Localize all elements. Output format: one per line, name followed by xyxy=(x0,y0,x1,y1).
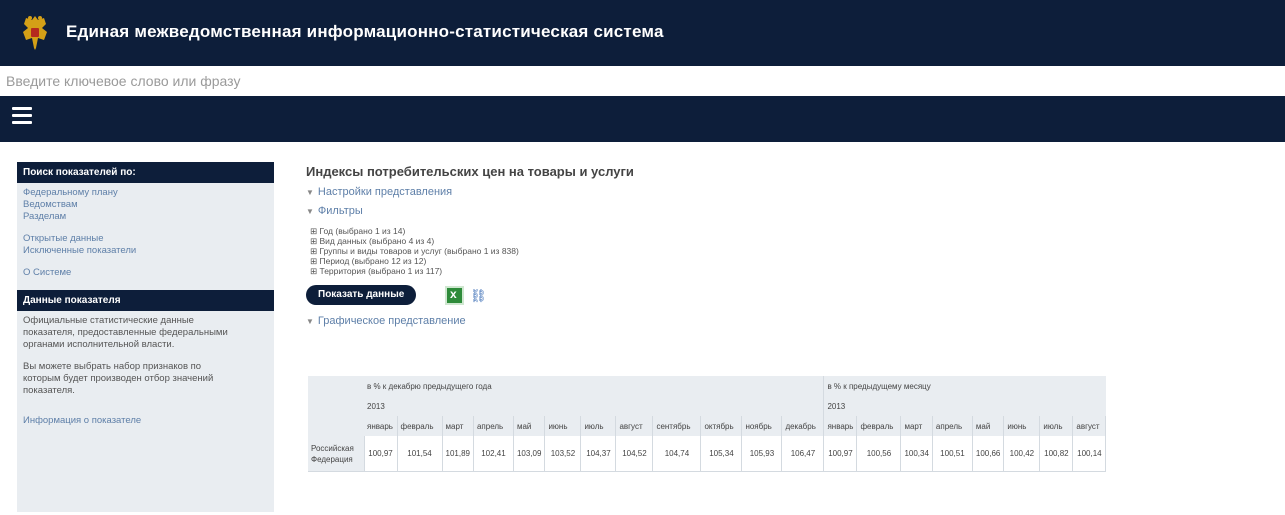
month-header: март xyxy=(900,416,933,436)
column-group-header: в % к декабрю предыдущего года xyxy=(364,376,825,396)
triangle-icon: ▼ xyxy=(306,317,314,326)
month-header: август xyxy=(615,416,654,436)
value-cell: 101,54 xyxy=(397,436,443,472)
value-cell: 105,34 xyxy=(700,436,743,472)
month-header: июль xyxy=(1039,416,1074,436)
month-header: январь xyxy=(823,416,858,436)
month-header: июль xyxy=(580,416,617,436)
sidebar-link-sections[interactable]: Разделам xyxy=(23,211,268,223)
table-header-row: в % к декабрю предыдущего года в % к пре… xyxy=(308,376,1106,396)
month-header: июнь xyxy=(544,416,582,436)
sidebar-link-excluded[interactable]: Исключенные показатели xyxy=(23,245,268,257)
value-cell: 100,97 xyxy=(364,436,398,472)
app-title: Единая межведомственная информационно-ст… xyxy=(66,22,664,41)
value-cell: 100,42 xyxy=(1003,436,1041,472)
filter-item[interactable]: ⊞ Вид данных (выбрано 4 из 4) xyxy=(310,236,1285,246)
search-bar xyxy=(0,66,1285,96)
value-cell: 100,82 xyxy=(1039,436,1074,472)
sidebar-links: Федеральному плану Ведомствам Разделам О… xyxy=(17,183,274,290)
excel-export-icon[interactable] xyxy=(445,286,464,305)
month-header: май xyxy=(513,416,546,436)
sidebar-hint: Вы можете выбрать набор признаков по кот… xyxy=(23,361,214,396)
value-cell: 100,97 xyxy=(823,436,858,472)
value-cell: 102,41 xyxy=(473,436,514,472)
sidebar-description: Официальные статистические данные показа… xyxy=(23,315,228,350)
top-header: Единая межведомственная информационно-ст… xyxy=(0,0,1285,66)
value-cell: 100,56 xyxy=(856,436,902,472)
coat-of-arms-logo xyxy=(23,16,47,50)
value-cell: 101,89 xyxy=(442,436,474,472)
sidebar-link-federal-plan[interactable]: Федеральному плану xyxy=(23,187,268,199)
filter-item[interactable]: ⊞ Год (выбрано 1 из 14) xyxy=(310,226,1285,236)
value-cell: 104,37 xyxy=(580,436,617,472)
sidebar: Поиск показателей по: Федеральному плану… xyxy=(17,162,274,512)
month-header: май xyxy=(972,416,1005,436)
main-content: Индексы потребительских цен на товары и … xyxy=(306,164,1285,328)
month-header: июнь xyxy=(1003,416,1041,436)
graph-toggle[interactable]: ▼ Графическое представление xyxy=(306,315,1285,328)
value-cell: 104,74 xyxy=(652,436,702,472)
value-cell: 100,66 xyxy=(972,436,1005,472)
value-cell: 104,52 xyxy=(615,436,654,472)
triangle-icon: ▼ xyxy=(306,207,314,216)
year-header: 2013 xyxy=(364,396,825,416)
triangle-icon: ▼ xyxy=(306,188,314,197)
month-header: март xyxy=(442,416,474,436)
table-header-row: январь февраль март апрель май июнь июль август… xyxy=(308,416,1107,436)
menu-bar xyxy=(0,96,1285,142)
value-cell: 100,14 xyxy=(1072,436,1107,472)
filter-item[interactable]: ⊞ Период (выбрано 12 из 12) xyxy=(310,256,1285,266)
filters-list: ⊞ Год (выбрано 1 из 14) ⊞ Вид данных (вы… xyxy=(310,226,1285,276)
month-header: февраль xyxy=(856,416,902,436)
month-header: февраль xyxy=(397,416,443,436)
value-cell: 103,09 xyxy=(513,436,546,472)
filters-toggle[interactable]: ▼ Фильтры xyxy=(306,205,1285,218)
month-header: ноябрь xyxy=(741,416,783,436)
value-cell: 105,93 xyxy=(741,436,783,472)
sidebar-link-about[interactable]: О Системе xyxy=(23,267,268,279)
sidebar-section-title: Данные показателя xyxy=(17,290,274,311)
value-cell: 100,51 xyxy=(932,436,973,472)
month-header: апрель xyxy=(932,416,973,436)
sidebar-section-title: Поиск показателей по: xyxy=(17,162,274,183)
filter-item[interactable]: ⊞ Группы и виды товаров и услуг (выбрано… xyxy=(310,246,1285,256)
column-group-header: в % к предыдущему месяцу xyxy=(823,376,1106,396)
page-title: Индексы потребительских цен на товары и … xyxy=(306,164,634,179)
table-header-row: 2013 2013 xyxy=(308,396,1106,416)
region-cell: Российская Федерация xyxy=(308,436,365,472)
value-cell: 100,34 xyxy=(900,436,933,472)
month-header: октябрь xyxy=(700,416,743,436)
month-header: апрель xyxy=(473,416,514,436)
sidebar-link-open-data[interactable]: Открытые данные xyxy=(23,233,268,245)
link-icon[interactable]: ⛓ xyxy=(470,288,487,304)
month-header: декабрь xyxy=(781,416,825,436)
search-input[interactable] xyxy=(0,66,1285,96)
filter-item[interactable]: ⊞ Территория (выбрано 1 из 117) xyxy=(310,266,1285,276)
month-header: январь xyxy=(364,416,398,436)
value-cell: 103,52 xyxy=(544,436,582,472)
settings-toggle[interactable]: ▼ Настройки представления xyxy=(306,186,1285,199)
data-table-container: в % к декабрю предыдущего года в % к пре… xyxy=(308,376,1285,500)
table-row: Российская Федерация 100,97 101,54 101,89 1… xyxy=(308,436,1107,472)
year-header: 2013 xyxy=(823,396,1106,416)
month-header: сентябрь xyxy=(652,416,702,436)
hamburger-menu-icon[interactable] xyxy=(12,107,32,127)
actions-row: Показать данные ⛓ xyxy=(306,285,1285,307)
value-cell: 106,47 xyxy=(781,436,825,472)
indicator-info-link[interactable]: Информация о показателе xyxy=(17,415,274,427)
show-data-button[interactable]: Показать данные xyxy=(306,285,417,305)
month-header: август xyxy=(1072,416,1107,436)
data-table: в % к декабрю предыдущего года в % к пре… xyxy=(308,376,1107,472)
sidebar-link-departments[interactable]: Ведомствам xyxy=(23,199,268,211)
